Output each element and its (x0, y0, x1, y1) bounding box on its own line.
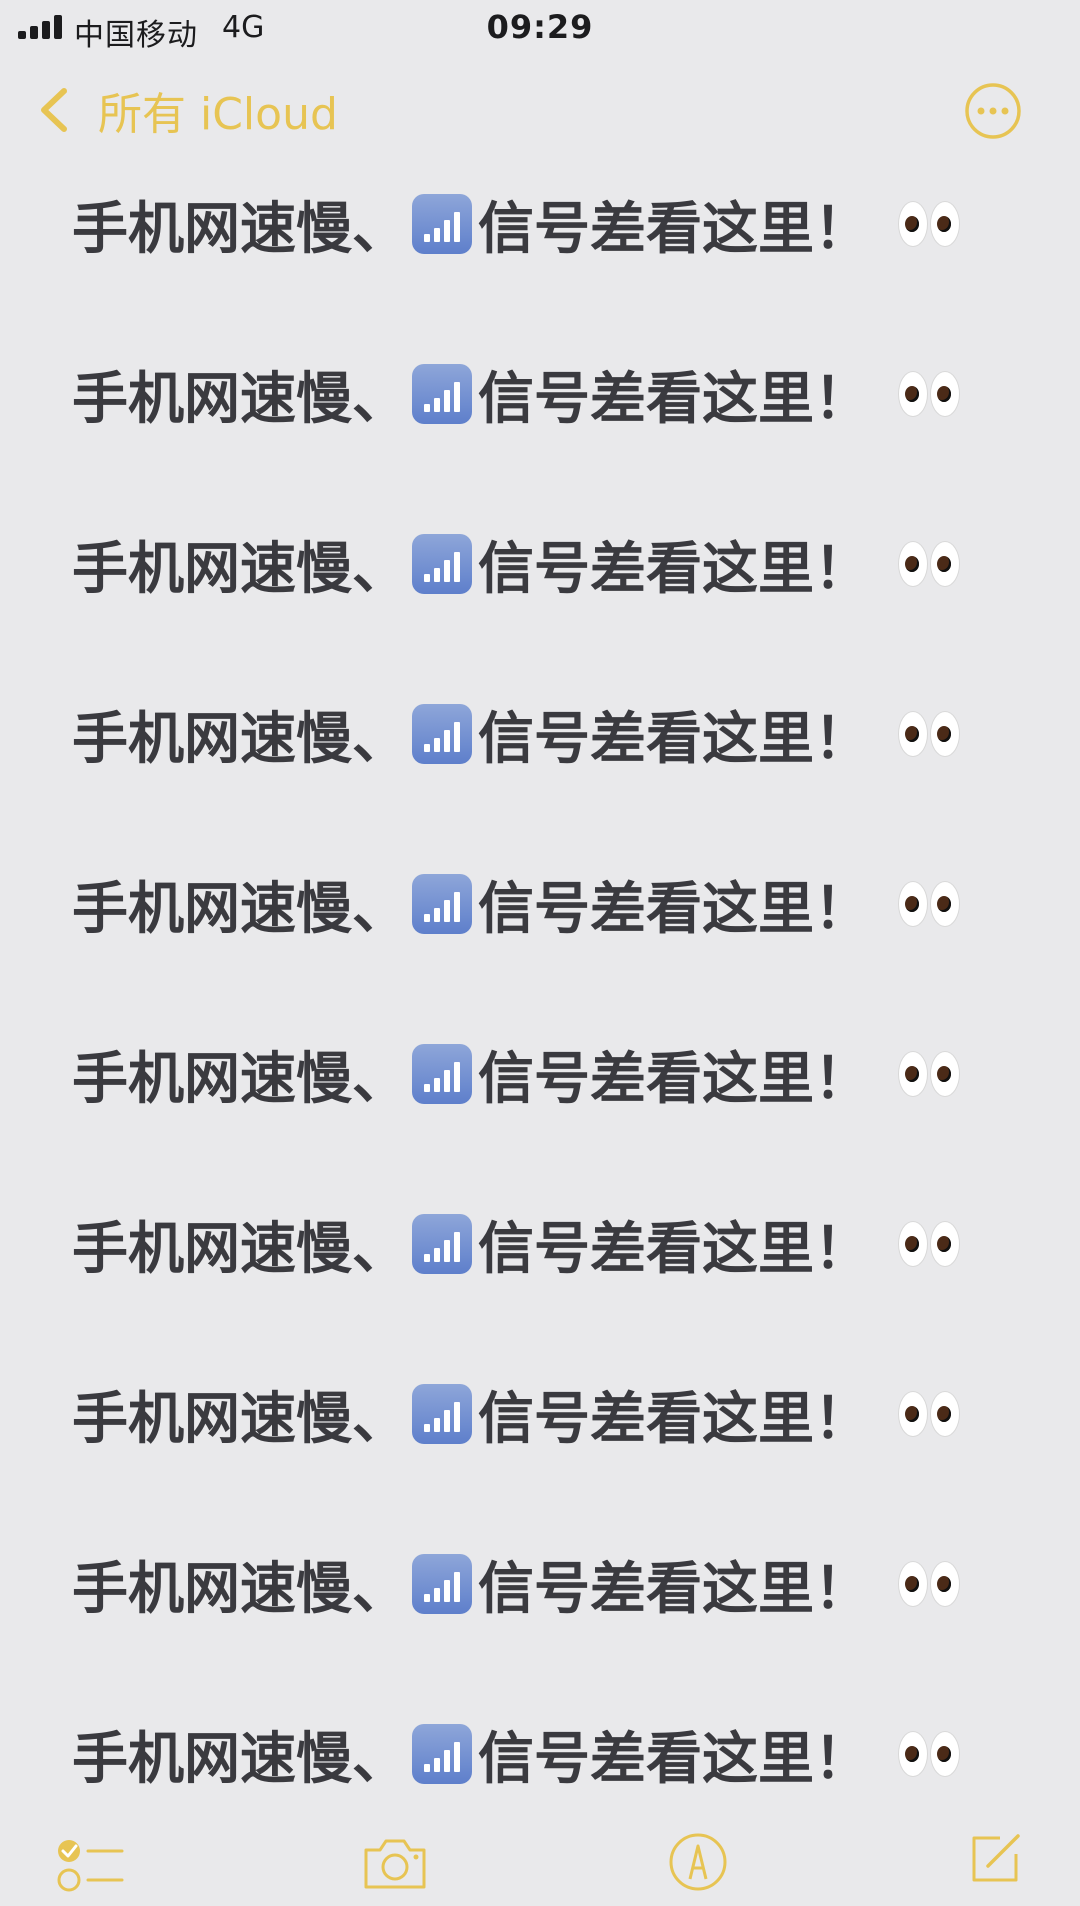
note-text-after: 信号差看这里！ (478, 1726, 870, 1792)
eyes-icon (898, 1221, 962, 1267)
eyes-icon (898, 1391, 962, 1437)
signal-strength-icon (412, 1214, 472, 1274)
note-text-before: 手机网速慢、 (72, 1386, 408, 1452)
eyes-icon (898, 881, 962, 927)
note-text-after: 信号差看这里！ (478, 1556, 870, 1622)
status-time: 09:29 (486, 8, 594, 46)
chevron-left-icon (41, 88, 67, 132)
note-text-before: 手机网速慢、 (72, 1556, 408, 1622)
note-text-before: 手机网速慢、 (72, 876, 408, 942)
note-line: 手机网速慢、 信号差看这里！ (72, 1204, 962, 1284)
markup-icon[interactable] (668, 1832, 728, 1892)
note-line: 手机网速慢、 信号差看这里！ (72, 354, 962, 434)
signal-strength-icon (412, 364, 472, 424)
note-text-before: 手机网速慢、 (72, 1216, 408, 1282)
signal-strength-icon (412, 1044, 472, 1104)
note-text-after: 信号差看这里！ (478, 196, 870, 262)
note-text-after: 信号差看这里！ (478, 1046, 870, 1112)
signal-strength-icon (412, 1724, 472, 1784)
note-text-after: 信号差看这里！ (478, 706, 870, 772)
note-text-before: 手机网速慢、 (72, 536, 408, 602)
bottom-toolbar (0, 1820, 1080, 1906)
note-text-before: 手机网速慢、 (72, 1046, 408, 1112)
eyes-icon (898, 371, 962, 417)
back-button[interactable]: 所有 iCloud (30, 80, 338, 140)
note-line: 手机网速慢、 信号差看这里！ (72, 1034, 962, 1114)
signal-strength-icon (412, 874, 472, 934)
note-text-before: 手机网速慢、 (72, 706, 408, 772)
nav-bar: 所有 iCloud (0, 60, 1080, 160)
note-text-before: 手机网速慢、 (72, 366, 408, 432)
note-text-after: 信号差看这里！ (478, 1216, 870, 1282)
note-line: 手机网速慢、 信号差看这里！ (72, 864, 962, 944)
eyes-icon (898, 711, 962, 757)
signal-strength-icon (412, 1554, 472, 1614)
note-line: 手机网速慢、 信号差看这里！ (72, 694, 962, 774)
signal-strength-icon (412, 1384, 472, 1444)
note-line: 手机网速慢、 信号差看这里！ (72, 524, 962, 604)
note-text-after: 信号差看这里！ (478, 876, 870, 942)
status-bar: 中国移动 4G 09:29 (0, 0, 1080, 56)
note-text-after: 信号差看这里！ (478, 366, 870, 432)
note-text-before: 手机网速慢、 (72, 1726, 408, 1792)
checklist-icon[interactable] (56, 1838, 126, 1894)
camera-icon[interactable] (360, 1836, 430, 1892)
ellipsis-circle-icon[interactable] (964, 82, 1022, 140)
note-line: 手机网速慢、 信号差看这里！ (72, 1714, 962, 1794)
note-line: 手机网速慢、 信号差看这里！ (72, 184, 962, 264)
signal-strength-icon (412, 704, 472, 764)
note-text-after: 信号差看这里！ (478, 1386, 870, 1452)
signal-strength-icon (412, 534, 472, 594)
eyes-icon (898, 201, 962, 247)
eyes-icon (898, 1051, 962, 1097)
eyes-icon (898, 1561, 962, 1607)
note-line: 手机网速慢、 信号差看这里！ (72, 1544, 962, 1624)
back-label: 所有 iCloud (98, 89, 338, 140)
compose-icon[interactable] (966, 1830, 1024, 1888)
eyes-icon (898, 1731, 962, 1777)
eyes-icon (898, 541, 962, 587)
note-line: 手机网速慢、 信号差看这里！ (72, 1374, 962, 1454)
note-text-before: 手机网速慢、 (72, 196, 408, 262)
signal-strength-icon (412, 194, 472, 254)
note-text-after: 信号差看这里！ (478, 536, 870, 602)
